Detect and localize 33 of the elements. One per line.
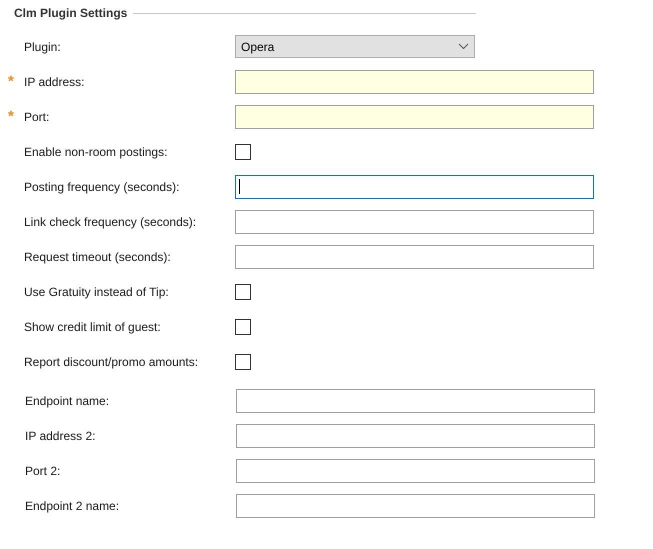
field-label: Posting frequency (seconds): — [24, 178, 180, 196]
text-field[interactable] — [235, 174, 594, 198]
text-field[interactable] — [236, 388, 595, 412]
checkbox[interactable] — [235, 354, 251, 370]
text-field[interactable] — [235, 70, 594, 94]
field-label: Use Gratuity instead of Tip: — [24, 284, 170, 300]
field-label: IP address 2: — [25, 428, 96, 444]
field-label: Request timeout (seconds): — [24, 248, 172, 266]
field-label: Enable non-room postings: — [24, 144, 168, 160]
field-label: Port 2: — [25, 462, 62, 480]
field-label: IP address: — [24, 74, 86, 90]
field-label: Link check frequency (seconds): — [24, 214, 198, 230]
checkbox[interactable] — [235, 284, 251, 300]
required-mark: * — [8, 74, 14, 89]
field-label: Show credit limit of guest: — [24, 318, 162, 336]
field-label: Endpoint 2 name: — [25, 498, 120, 514]
text-cursor — [239, 179, 240, 194]
text-field[interactable] — [236, 424, 595, 448]
text-field[interactable] — [235, 104, 594, 128]
field-label: Plugin: — [24, 38, 62, 56]
chevron-down-icon — [458, 43, 469, 50]
plugin-dropdown[interactable]: Opera — [235, 35, 475, 58]
section-title: Clm Plugin Settings — [14, 5, 128, 22]
text-field[interactable] — [235, 210, 594, 234]
text-field[interactable] — [236, 458, 595, 482]
required-mark: * — [8, 109, 14, 124]
checkbox[interactable] — [235, 318, 251, 334]
field-label: Report discount/promo amounts: — [24, 354, 200, 370]
text-field[interactable] — [235, 244, 594, 268]
field-label: Port: — [24, 108, 50, 126]
checkbox[interactable] — [235, 144, 251, 160]
field-label: Endpoint name: — [25, 392, 110, 410]
text-field[interactable] — [236, 494, 595, 518]
